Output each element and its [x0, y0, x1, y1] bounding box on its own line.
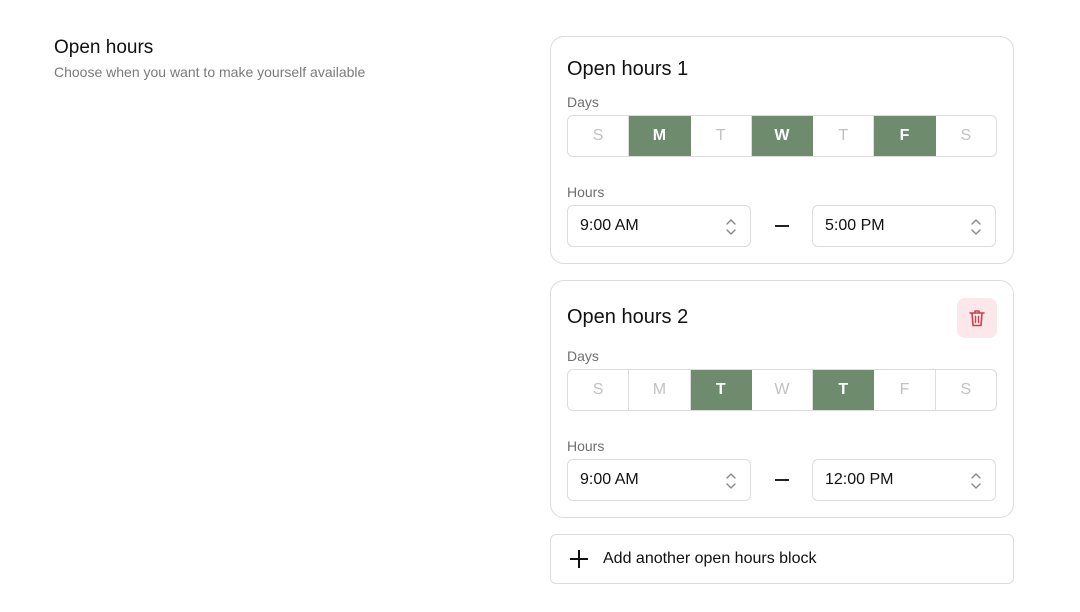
day-toggle-tue[interactable]: T [691, 116, 752, 156]
day-toggle-mon[interactable]: M [629, 116, 691, 156]
day-toggle-tue[interactable]: T [690, 370, 752, 410]
day-toggle-mon[interactable]: M [629, 370, 691, 410]
add-open-hours-label: Add another open hours block [603, 550, 817, 567]
start-time-value: 9:00 AM [580, 217, 639, 234]
section-header: Open hours Choose when you want to make … [54, 37, 365, 81]
day-toggle-sat[interactable]: S [936, 116, 996, 156]
start-time-select[interactable]: 9:00 AM [567, 205, 751, 247]
section-title: Open hours [54, 37, 154, 58]
updown-chevron-icon [971, 219, 981, 235]
range-dash [775, 479, 789, 481]
end-time-value: 5:00 PM [825, 217, 885, 234]
hours-label: Hours [567, 438, 605, 454]
day-toggle-fri[interactable]: F [874, 370, 936, 410]
trash-icon [969, 310, 985, 327]
delete-block-button[interactable] [957, 298, 997, 338]
day-selector: S M T W T F S [567, 369, 997, 411]
day-toggle-wed[interactable]: W [752, 370, 814, 410]
open-hours-block-2: Open hours 2 Days S M T W T F S Hours 9:… [550, 280, 1014, 518]
end-time-value: 12:00 PM [825, 471, 894, 488]
hours-label: Hours [567, 184, 605, 200]
day-toggle-sat[interactable]: S [936, 370, 996, 410]
start-time-select[interactable]: 9:00 AM [567, 459, 751, 501]
block-title: Open hours 2 [567, 306, 689, 328]
day-toggle-wed[interactable]: W [751, 116, 814, 156]
section-subtitle: Choose when you want to make yourself av… [54, 64, 366, 80]
updown-chevron-icon [971, 473, 981, 489]
day-toggle-sun[interactable]: S [568, 116, 630, 156]
open-hours-block-1: Open hours 1 Days S M T W T F S Hours 9:… [550, 36, 1014, 264]
day-toggle-sun[interactable]: S [568, 370, 630, 410]
start-time-value: 9:00 AM [580, 471, 639, 488]
updown-chevron-icon [726, 219, 736, 235]
day-toggle-fri[interactable]: F [874, 116, 936, 156]
day-selector: S M T W T F S [567, 115, 997, 157]
day-toggle-thu[interactable]: T [813, 116, 875, 156]
days-label: Days [567, 348, 599, 364]
end-time-select[interactable]: 12:00 PM [812, 459, 996, 501]
add-open-hours-button[interactable]: Add another open hours block [550, 534, 1014, 584]
end-time-select[interactable]: 5:00 PM [812, 205, 996, 247]
updown-chevron-icon [726, 473, 736, 489]
day-toggle-thu[interactable]: T [813, 370, 875, 410]
block-title: Open hours 1 [567, 58, 689, 80]
range-dash [775, 225, 789, 227]
days-label: Days [567, 94, 599, 110]
plus-icon [570, 550, 588, 568]
